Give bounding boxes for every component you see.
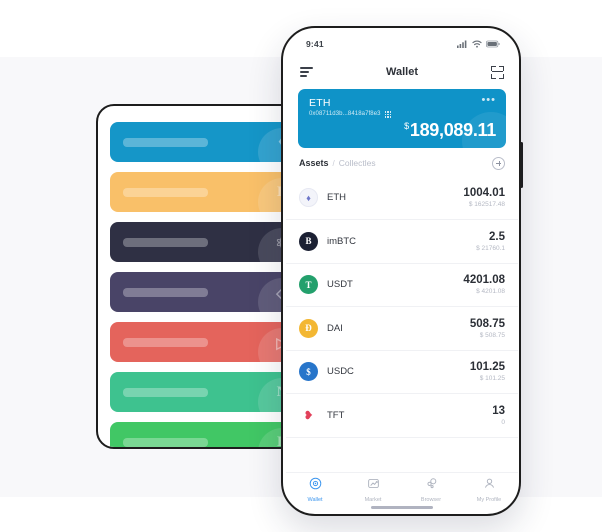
asset-values: 4201.08 $ 4201.08 (463, 274, 505, 295)
asset-amount: 1004.01 (463, 187, 505, 200)
hamburger-menu-icon[interactable] (300, 66, 313, 78)
asset-row[interactable]: BimBTC 2.5 $ 21760.1 (286, 220, 518, 264)
asset-values: 13 0 (492, 405, 505, 426)
card-item[interactable]: ♦ (110, 122, 298, 162)
assets-tab-group: Assets / Collectles (299, 158, 376, 168)
balance-card-top: ETH ••• (309, 95, 496, 110)
currency-symbol: $ (404, 120, 409, 131)
balance-card[interactable]: ETH ••• 0x08711d3b...8418a7f8e3 $189,089… (298, 89, 506, 148)
tab-assets[interactable]: Assets (299, 158, 329, 168)
tab-separator: / (332, 159, 335, 168)
asset-token-icon: B (299, 231, 318, 251)
card-item[interactable]: ▷ (110, 322, 298, 362)
wallet-address: 0x08711d3b...8418a7f8e3 (309, 111, 381, 118)
balance-amount: $189,089.11 (309, 121, 496, 139)
card-item[interactable]: N (110, 372, 298, 412)
asset-row[interactable]: $ USDC 101.25 $ 101.25 (286, 351, 518, 394)
balance-address-row[interactable]: 0x08711d3b...8418a7f8e3 (309, 111, 496, 118)
tab-my-profile[interactable]: My Profile (460, 477, 518, 503)
card-placeholder-bar (123, 237, 208, 247)
asset-usd-value: $ 21760.1 (476, 244, 505, 252)
asset-usd-value: $ 162517.48 (468, 201, 505, 209)
status-icons (457, 40, 500, 48)
tab-label: Browser (420, 496, 442, 503)
user-profile-icon (483, 477, 496, 495)
asset-symbol: USDT (327, 279, 353, 291)
asset-symbol: USDC (327, 366, 354, 378)
asset-usd-value: $ 101.25 (479, 375, 505, 383)
wifi-icon (472, 40, 482, 48)
asset-token-icon: $ (299, 362, 318, 382)
phone-screen: 9:41 Wallet ETH ••• 0x08711d3b...8418a7f… (286, 31, 518, 513)
asset-amount: 2.5 (489, 230, 505, 243)
asset-usd-value: $ 4201.08 (476, 288, 505, 296)
page-title: Wallet (386, 66, 418, 78)
asset-usd-value: 0 (501, 418, 505, 426)
add-asset-icon[interactable] (492, 156, 505, 170)
tab-browser[interactable]: Browser (402, 477, 460, 503)
more-options-icon[interactable]: ••• (481, 95, 496, 106)
asset-token-icon: ♦ (299, 188, 318, 208)
tab-market[interactable]: Market (344, 477, 402, 503)
asset-symbol: TFT (327, 409, 345, 421)
status-bar: 9:41 (286, 31, 518, 57)
asset-token-icon: ❥ (299, 405, 318, 425)
assets-header: Assets / Collectles (286, 148, 518, 177)
asset-amount: 101.25 (469, 361, 505, 374)
card-list: ♦B⚛◇▷NBL (98, 106, 298, 447)
card-placeholder-bar (123, 287, 208, 297)
app-nav-bar: Wallet (286, 57, 518, 87)
asset-symbol: DAI (327, 322, 343, 334)
bottom-tab-bar: Wallet Market Browser My Profile (286, 472, 518, 506)
asset-amount: 508.75 (469, 317, 505, 330)
tab-label: Market (364, 496, 382, 503)
asset-symbol: imBTC (327, 235, 357, 247)
card-item[interactable]: B (110, 422, 298, 447)
asset-values: 508.75 $ 508.75 (470, 318, 505, 339)
asset-row[interactable]: Đ DAI 508.75 $ 508.75 (286, 307, 518, 351)
asset-token-icon: Đ (299, 318, 318, 338)
tab-label: Wallet (307, 496, 323, 503)
card-item[interactable]: ◇ (110, 272, 298, 312)
screenshot-stage: ♦B⚛◇▷NBL 9:41 (0, 0, 602, 532)
asset-row[interactable]: ♦ ETH 1004.01 $ 162517.48 (286, 177, 518, 220)
card-placeholder-bar (123, 137, 208, 147)
card-placeholder-bar (123, 337, 208, 347)
tab-wallet[interactable]: Wallet (286, 477, 344, 503)
wallet-icon (309, 477, 322, 495)
asset-amount: 13 (492, 404, 505, 417)
asset-values: 1004.01 $ 162517.48 (463, 187, 505, 208)
card-item[interactable]: ⚛ (110, 222, 298, 262)
asset-row[interactable]: T USDT 4201.08 $ 4201.08 (286, 264, 518, 307)
qr-code-icon[interactable] (384, 111, 392, 118)
asset-symbol: ETH (327, 192, 346, 204)
scan-qr-icon[interactable] (491, 65, 504, 79)
card-placeholder-bar (123, 187, 208, 197)
signal-icon (457, 40, 467, 48)
status-time: 9:41 (306, 39, 324, 49)
browser-bubbles-icon (425, 477, 438, 495)
tab-collectibles[interactable]: Collectles (339, 158, 376, 168)
asset-amount: 4201.08 (463, 274, 505, 287)
card-item[interactable]: B (110, 172, 298, 212)
balance-token-name: ETH (309, 97, 331, 109)
market-chart-icon (367, 477, 380, 495)
card-placeholder-bar (123, 437, 208, 447)
battery-icon (486, 40, 500, 48)
card-stack-panel: ♦B⚛◇▷NBL (96, 104, 300, 449)
phone-device: 9:41 Wallet ETH ••• 0x08711d3b...8418a7f… (281, 26, 521, 516)
home-indicator (371, 506, 433, 509)
asset-token-icon: T (299, 275, 318, 295)
asset-usd-value: $ 508.75 (479, 331, 505, 339)
asset-values: 2.5 $ 21760.1 (476, 231, 505, 252)
balance-value: 189,089.11 (409, 119, 496, 140)
asset-row[interactable]: ❥ TFT 13 0 (286, 394, 518, 438)
card-placeholder-bar (123, 387, 208, 397)
asset-values: 101.25 $ 101.25 (470, 361, 505, 382)
tab-label: My Profile (476, 496, 502, 503)
asset-list: ♦ ETH 1004.01 $ 162517.48 BimBTC 2.5 $ 21760.1… (286, 177, 518, 473)
